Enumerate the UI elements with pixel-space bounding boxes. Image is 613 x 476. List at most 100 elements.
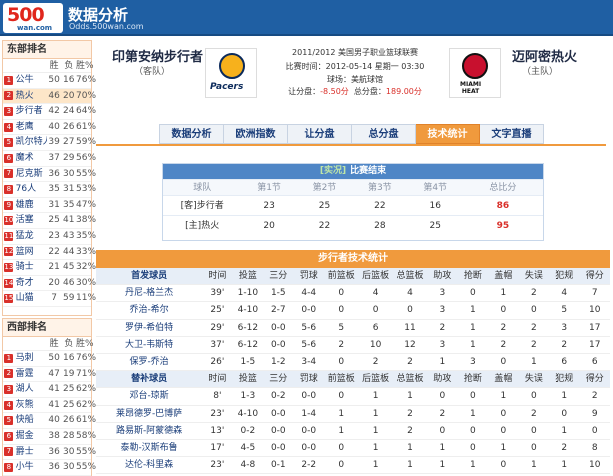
stat-cell: 1 xyxy=(470,322,476,333)
standings-row[interactable]: 2 雷霆 47 19 71% xyxy=(3,367,96,383)
pacers-logo-text: Pacers xyxy=(210,82,244,92)
team-link[interactable]: 篮网 xyxy=(15,245,47,260)
stat-cell: 0-0 xyxy=(270,408,286,419)
tab-european-odds[interactable]: 欧洲指数 xyxy=(224,124,288,144)
team-link[interactable]: 灰熊 xyxy=(15,398,47,413)
stat-cell: 2 xyxy=(407,408,413,419)
standings-row[interactable]: 10 活塞 25 41 38% xyxy=(3,213,96,229)
standings-row[interactable]: 13 骑士 21 45 32% xyxy=(3,260,96,276)
team-link[interactable]: 山猫 xyxy=(15,291,47,306)
team-link[interactable]: 魔术 xyxy=(15,151,47,166)
team-pct: 61% xyxy=(76,121,97,132)
team-losses: 28 xyxy=(62,430,75,441)
team-link[interactable]: 快船 xyxy=(15,413,47,428)
player-name[interactable]: 保罗-乔治 xyxy=(96,354,202,370)
tab-tech-stats[interactable]: 技术统计 xyxy=(416,124,480,144)
player-row: 乔治-希尔 25' 4-10 2-7 0-0 0 0 0 3 1 0 0 5 10 xyxy=(96,302,610,320)
team-link[interactable]: 雷霆 xyxy=(15,367,47,382)
player-name[interactable]: 泰勒-汉斯布鲁 xyxy=(96,440,202,456)
standings-row[interactable]: 1 马刺 50 16 76% xyxy=(3,351,96,367)
quarter-score: 23 xyxy=(263,201,275,211)
player-name[interactable]: 罗伊-希伯特 xyxy=(96,320,202,336)
team-pct: 30% xyxy=(76,277,97,288)
team-link[interactable]: 掘金 xyxy=(15,429,47,444)
team-wins: 21 xyxy=(48,262,60,273)
tab-data-analysis[interactable]: 数据分析 xyxy=(159,124,224,144)
team-link[interactable]: 猛龙 xyxy=(15,229,47,244)
team-link[interactable]: 76人 xyxy=(15,182,47,197)
stat-cell: 8' xyxy=(213,391,222,402)
team-link[interactable]: 公牛 xyxy=(15,73,47,88)
rank-badge: 2 xyxy=(4,91,14,101)
player-name[interactable]: 大卫-韦斯特 xyxy=(96,337,202,353)
team-link[interactable]: 马刺 xyxy=(15,351,47,366)
team-link[interactable]: 湖人 xyxy=(15,382,47,397)
team-link[interactable]: 活塞 xyxy=(15,213,47,228)
team-losses: 26 xyxy=(62,121,75,132)
standings-row[interactable]: 14 奇才 20 46 30% xyxy=(3,276,97,292)
stat-cell: 4-5 xyxy=(240,442,256,453)
stat-cell: 2 xyxy=(500,322,507,333)
home-team-name[interactable]: 迈阿密热火 xyxy=(512,46,577,65)
team-link[interactable]: 凯尔特人 xyxy=(15,135,47,150)
stat-cell: 6 xyxy=(591,356,598,367)
tab-live-text[interactable]: 文字直播 xyxy=(480,124,544,144)
rank-badge: 2 xyxy=(4,369,14,379)
away-team-name[interactable]: 印第安纳步行者 xyxy=(112,46,203,65)
tab-handicap[interactable]: 让分盘 xyxy=(288,124,352,144)
player-name[interactable]: 路易斯-阿蒙德森 xyxy=(96,423,202,439)
standings-row[interactable]: 6 魔术 37 29 56% xyxy=(3,151,96,167)
team-pct: 62% xyxy=(76,384,97,395)
standings-row[interactable]: 4 老鹰 40 26 61% xyxy=(3,120,97,136)
standings-row[interactable]: 5凯尔特人392759% xyxy=(3,135,96,151)
standings-row[interactable]: 8 76人 35 31 53% xyxy=(3,182,96,198)
standings-row[interactable]: 7 爵士 36 30 55% xyxy=(3,445,96,461)
stat-cell: 0 xyxy=(500,408,507,419)
match-time: 比赛时间：2012-05-14 星期一 03:30 xyxy=(285,62,425,71)
team-link[interactable]: 步行者 xyxy=(15,104,47,119)
team-link[interactable]: 奇才 xyxy=(15,276,47,291)
standings-row[interactable]: 6 掘金 38 28 58% xyxy=(3,429,96,445)
stats-group-label: 首发球员 xyxy=(131,271,168,281)
rank-badge: 6 xyxy=(4,153,14,163)
team-link[interactable]: 骑士 xyxy=(15,260,47,275)
team-losses: 16 xyxy=(62,75,75,85)
standings-row[interactable]: 2 热火 46 20 70% xyxy=(3,88,96,105)
stat-cell: 0 xyxy=(439,391,446,402)
tab-total-points[interactable]: 总分盘 xyxy=(352,124,416,144)
player-name[interactable]: 达伦-科里森 xyxy=(96,457,202,473)
player-name[interactable]: 乔治-希尔 xyxy=(96,302,202,318)
team-pct: 76% xyxy=(76,75,97,85)
standings-row[interactable]: 8 小牛 36 30 55% xyxy=(3,460,96,476)
team-wins: 50 xyxy=(48,353,60,363)
standings-row[interactable]: 3 湖人 41 25 62% xyxy=(3,382,97,398)
standings-row[interactable]: 15 山猫 7 59 11% xyxy=(3,291,96,307)
stats-column-header: 投篮 xyxy=(238,271,257,281)
standings-row[interactable]: 7 尼克斯 36 30 55% xyxy=(3,167,96,183)
stat-cell: 0 xyxy=(591,425,598,436)
standings-row[interactable]: 4 灰熊 41 25 62% xyxy=(3,398,96,414)
stat-cell: 1 xyxy=(470,339,476,350)
team-link[interactable]: 爵士 xyxy=(15,445,47,460)
team-losses: 46 xyxy=(62,277,75,288)
team-losses: 26 xyxy=(62,415,75,426)
team-link[interactable]: 雄鹿 xyxy=(15,198,47,213)
standings-row[interactable]: 9 雄鹿 31 35 47% xyxy=(3,198,96,214)
team-link[interactable]: 老鹰 xyxy=(15,120,47,135)
player-name[interactable]: 莱昂德罗-巴博萨 xyxy=(96,406,202,422)
standings-row[interactable]: 12 篮网 22 44 33% xyxy=(3,245,96,261)
site-logo[interactable]: 500 wan.com xyxy=(3,3,63,33)
standings-row[interactable]: 1 公牛 50 16 76% xyxy=(3,73,97,89)
team-link[interactable]: 小牛 xyxy=(15,460,47,475)
standings-row[interactable]: 11 猛龙 23 43 35% xyxy=(3,229,96,245)
player-name[interactable]: 邓台-琼斯 xyxy=(96,388,202,404)
team-link[interactable]: 尼克斯 xyxy=(15,167,47,182)
standings-row[interactable]: 3 步行者 42 24 64% xyxy=(3,104,96,120)
stat-cell: 4-4 xyxy=(301,288,317,299)
team-link[interactable]: 热火 xyxy=(15,89,47,104)
stats-group-label: 替补球员 xyxy=(131,374,168,385)
stat-cell: 0 xyxy=(500,425,507,436)
player-name[interactable]: 丹尼-格兰杰 xyxy=(96,285,202,301)
standings-row[interactable]: 5 快船 40 26 61% xyxy=(3,413,96,429)
stat-cell: 1 xyxy=(470,305,476,316)
